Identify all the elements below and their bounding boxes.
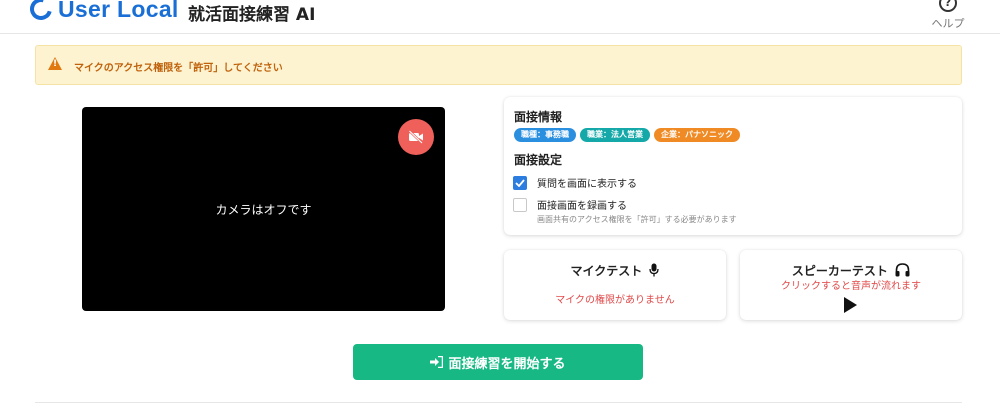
start-practice-button[interactable]: 面接練習を開始する bbox=[353, 344, 643, 380]
speaker-test-title: スピーカーテスト bbox=[791, 264, 888, 278]
record-screen-label: 面接画面を録画する bbox=[537, 201, 627, 212]
interview-info-title: 面接情報 bbox=[514, 110, 563, 124]
warning-icon bbox=[48, 57, 62, 70]
speaker-test-card[interactable]: スピーカーテスト クリックすると音声が流れます bbox=[740, 250, 962, 320]
record-screen-checkbox[interactable] bbox=[513, 197, 527, 212]
bottom-divider bbox=[35, 402, 962, 403]
badge-occupation: 職業：法人営業 bbox=[580, 128, 650, 142]
logo-mark-icon bbox=[25, 0, 57, 25]
option-show-questions[interactable]: 質問を画面に表示する bbox=[513, 175, 637, 190]
app-header: User Local 就活面接練習 AI ? ヘルプ bbox=[0, 0, 1000, 34]
app-title: 就活面接練習 AI bbox=[188, 5, 316, 25]
start-practice-label: 面接練習を開始する bbox=[448, 356, 566, 372]
badge-company: 企業：パナソニック bbox=[654, 128, 740, 142]
mic-test-title-row: マイクテスト bbox=[504, 262, 726, 279]
headphones-icon bbox=[895, 263, 910, 277]
mic-test-title: マイクテスト bbox=[570, 264, 643, 278]
interview-settings-title: 面接設定 bbox=[514, 153, 563, 167]
record-permission-hint: 画面共有のアクセス権限を「許可」する必要があります bbox=[537, 215, 737, 224]
interview-settings-card: 面接情報 職種：事務職 職業：法人営業 企業：パナソニック 面接設定 質問を画面… bbox=[504, 97, 962, 235]
show-questions-checkbox[interactable] bbox=[513, 175, 527, 190]
show-questions-label: 質問を画面に表示する bbox=[537, 179, 637, 190]
camera-status-text: カメラはオフです bbox=[215, 203, 312, 217]
user-local-logo[interactable]: User Local bbox=[25, 0, 179, 25]
mic-test-status: マイクの権限がありません bbox=[555, 295, 675, 306]
interview-info-badges: 職種：事務職 職業：法人営業 企業：パナソニック bbox=[514, 128, 740, 142]
camera-off-icon bbox=[408, 130, 423, 144]
camera-toggle-button[interactable] bbox=[398, 119, 434, 155]
logo-text: User Local bbox=[58, 0, 179, 22]
mic-test-card[interactable]: マイクテスト マイクの権限がありません bbox=[504, 250, 726, 320]
badge-job-type: 職種：事務職 bbox=[514, 128, 576, 142]
sign-in-icon bbox=[430, 356, 444, 368]
help-label: ヘルプ bbox=[931, 17, 965, 30]
microphone-icon bbox=[649, 263, 660, 277]
checkmark-icon bbox=[515, 178, 525, 187]
help-button[interactable]: ? ヘルプ bbox=[928, 0, 968, 31]
camera-preview: カメラはオフです bbox=[82, 107, 445, 311]
option-record-screen[interactable]: 面接画面を録画する bbox=[513, 197, 627, 212]
speaker-test-status: クリックすると音声が流れます bbox=[781, 281, 921, 292]
play-icon[interactable] bbox=[844, 297, 857, 313]
help-icon: ? bbox=[939, 0, 957, 12]
mic-permission-alert: マイクのアクセス権限を「許可」してください bbox=[35, 45, 962, 85]
alert-message: マイクのアクセス権限を「許可」してください bbox=[74, 63, 283, 74]
